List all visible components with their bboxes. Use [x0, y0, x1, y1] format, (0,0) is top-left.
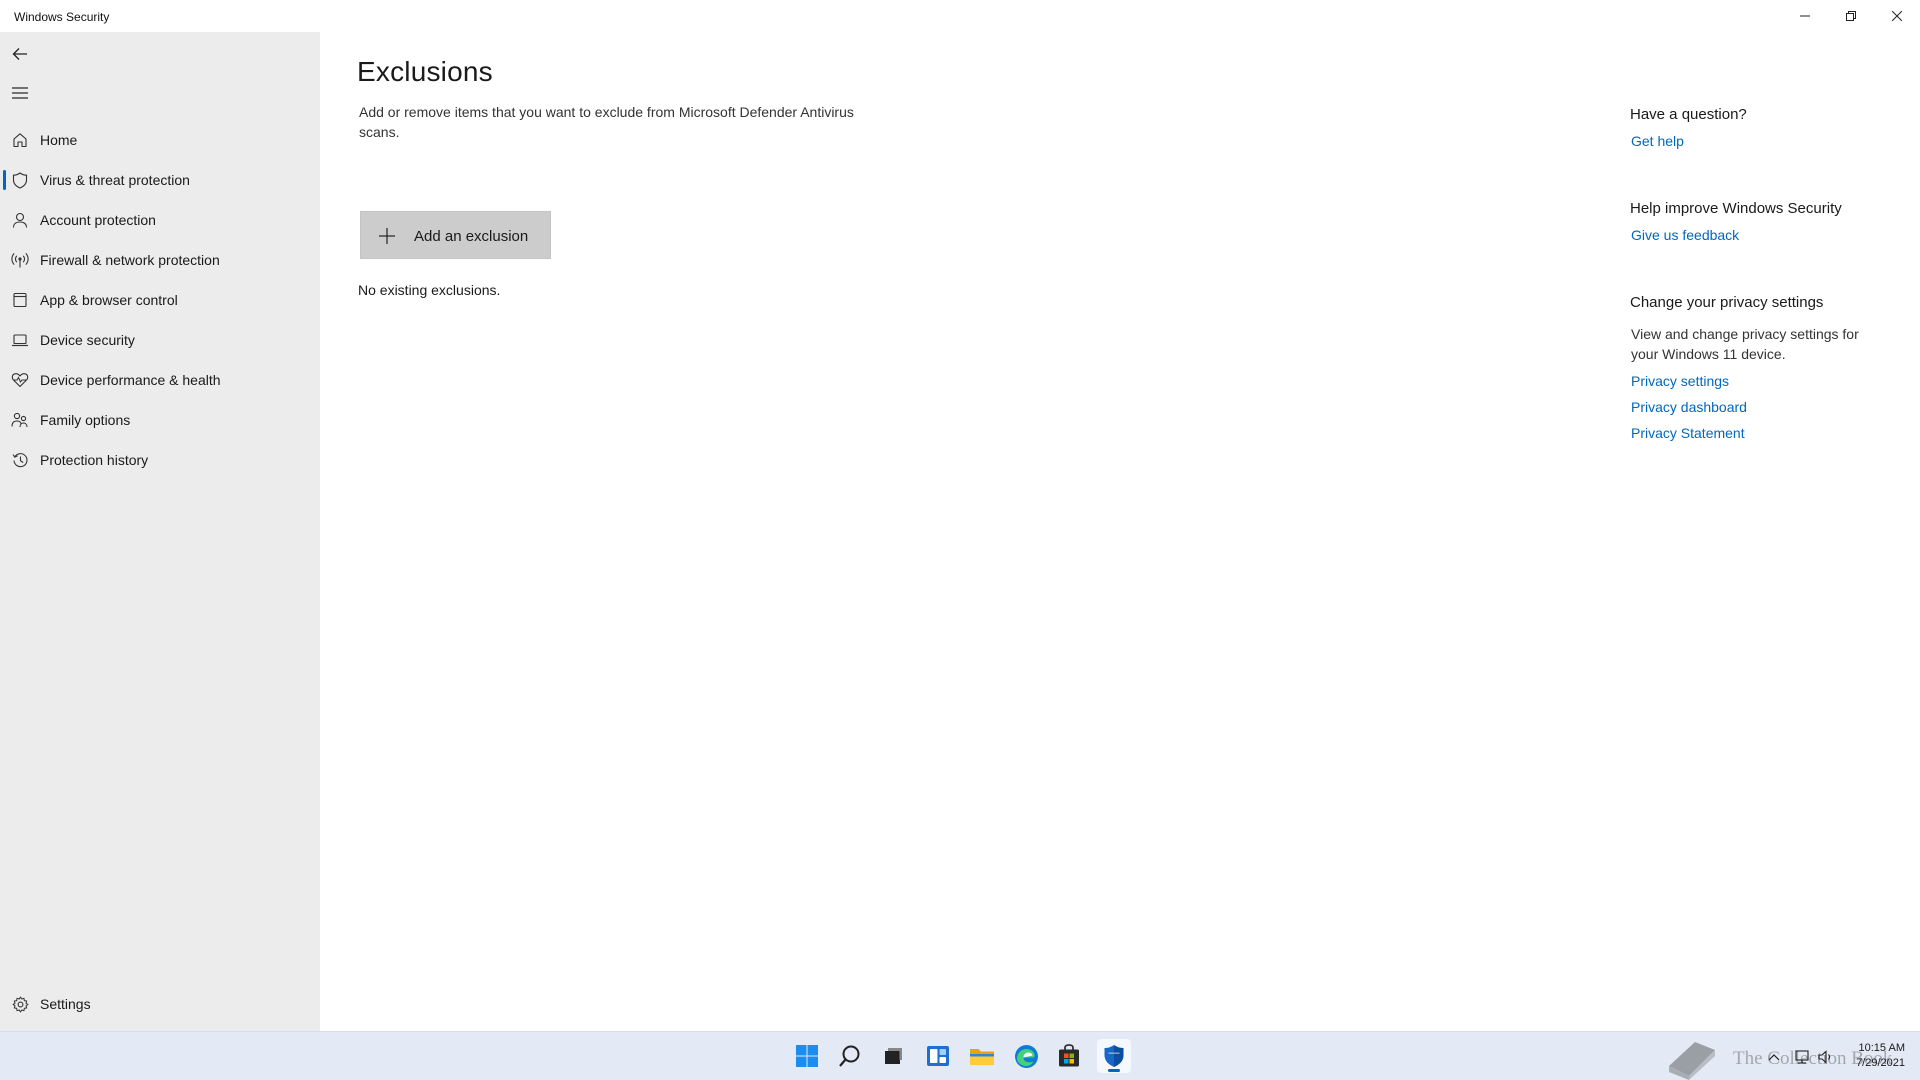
antenna-icon — [11, 251, 29, 269]
clock-date: 7/29/2021 — [1856, 1057, 1905, 1069]
privacy-dashboard-link[interactable]: Privacy dashboard — [1631, 399, 1747, 415]
page-title: Exclusions — [357, 56, 493, 87]
shield-icon — [11, 171, 29, 189]
network-button[interactable] — [1793, 1048, 1811, 1066]
menu-button[interactable] — [6, 79, 34, 107]
hamburger-menu-icon — [12, 87, 28, 99]
search-button[interactable] — [833, 1039, 867, 1073]
widgets-icon — [927, 1046, 949, 1066]
edge-button[interactable] — [1009, 1039, 1043, 1073]
book-icon — [1669, 1042, 1715, 1080]
sidebar-item-device-performance-health[interactable]: Device performance & health — [0, 360, 320, 400]
restore-icon — [1846, 11, 1856, 21]
volume-icon — [1818, 1050, 1831, 1064]
add-exclusion-label: Add an exclusion — [414, 228, 529, 245]
task-view-icon — [885, 1048, 902, 1064]
empty-exclusions-text: No existing exclusions. — [358, 282, 501, 298]
store-icon — [1059, 1044, 1079, 1067]
back-arrow-icon — [12, 48, 27, 60]
get-help-link[interactable]: Get help — [1631, 133, 1684, 149]
sidebar-item-account-protection[interactable]: Account protection — [0, 200, 320, 240]
restore-button[interactable] — [1828, 0, 1874, 32]
task-view-button[interactable] — [876, 1039, 910, 1073]
taskbar-clock[interactable]: 10:15 AM 7/29/2021 — [1856, 1041, 1905, 1071]
sidebar-item-family-options[interactable]: Family options — [0, 400, 320, 440]
close-icon — [1892, 11, 1902, 21]
sidebar-item-settings[interactable]: Settings — [0, 984, 320, 1024]
back-button[interactable] — [6, 40, 34, 68]
main-content: Exclusions Add or remove items that you … — [320, 32, 1920, 1031]
sidebar-item-device-security[interactable]: Device security — [0, 320, 320, 360]
gear-icon — [11, 995, 29, 1013]
help-improve-heading: Help improve Windows Security — [1630, 200, 1842, 217]
person-icon — [11, 211, 29, 229]
app-window-icon — [11, 291, 29, 309]
edge-icon — [1014, 1044, 1038, 1068]
privacy-settings-link[interactable]: Privacy settings — [1631, 373, 1729, 389]
sidebar-item-label: App & browser control — [40, 292, 178, 308]
sidebar-item-virus-threat-protection[interactable]: Virus & threat protection — [0, 160, 320, 200]
give-feedback-link[interactable]: Give us feedback — [1631, 227, 1739, 243]
family-icon — [11, 411, 29, 429]
page-description: Add or remove items that you want to exc… — [359, 104, 854, 140]
search-icon — [839, 1045, 860, 1067]
have-question-heading: Have a question? — [1630, 106, 1747, 123]
heart-pulse-icon — [11, 371, 29, 389]
sidebar-item-label: Device security — [40, 332, 135, 348]
sidebar-item-firewall-network-protection[interactable]: Firewall & network protection — [0, 240, 320, 280]
network-icon — [1795, 1050, 1809, 1064]
sidebar: Home Virus & threat protection Account p… — [0, 32, 320, 1031]
privacy-statement-link[interactable]: Privacy Statement — [1631, 425, 1745, 441]
clock-time: 10:15 AM — [1858, 1042, 1905, 1054]
sidebar-item-label: Virus & threat protection — [40, 172, 190, 188]
sidebar-item-home[interactable]: Home — [0, 120, 320, 160]
laptop-icon — [11, 331, 29, 349]
sidebar-item-label: Protection history — [40, 452, 149, 468]
privacy-heading: Change your privacy settings — [1630, 294, 1824, 311]
taskbar: The Collection Book 10:15 AM 7/29/2021 — [0, 1031, 1920, 1080]
sidebar-item-protection-history[interactable]: Protection history — [0, 440, 320, 480]
add-exclusion-button[interactable]: Add an exclusion — [360, 211, 551, 259]
start-icon — [796, 1045, 818, 1067]
sidebar-item-label: Settings — [40, 996, 91, 1012]
plus-icon — [379, 228, 395, 244]
sidebar-item-label: Firewall & network protection — [40, 252, 220, 268]
file-explorer-icon — [970, 1049, 994, 1065]
home-icon — [11, 131, 29, 149]
window-title: Windows Security — [14, 10, 110, 24]
minimize-icon — [1800, 15, 1810, 17]
sidebar-item-app-browser-control[interactable]: App & browser control — [0, 280, 320, 320]
store-button[interactable] — [1052, 1039, 1086, 1073]
show-hidden-icons-button[interactable] — [1765, 1048, 1783, 1066]
history-icon — [11, 451, 29, 469]
sidebar-item-label: Device performance & health — [40, 372, 221, 388]
title-bar: Windows Security — [0, 0, 1920, 32]
sidebar-item-label: Account protection — [40, 212, 156, 228]
start-button[interactable] — [790, 1039, 824, 1073]
privacy-description: View and change privacy settings for you… — [1631, 326, 1859, 362]
chevron-up-icon — [1768, 1054, 1780, 1061]
sidebar-item-label: Family options — [40, 412, 131, 428]
close-button[interactable] — [1874, 0, 1920, 32]
minimize-button[interactable] — [1782, 0, 1828, 32]
windows-security-taskbar-button[interactable] — [1097, 1039, 1131, 1073]
volume-button[interactable] — [1817, 1048, 1835, 1066]
widgets-button[interactable] — [921, 1039, 955, 1073]
windows-security-icon — [1104, 1045, 1124, 1067]
sidebar-item-label: Home — [40, 132, 78, 148]
file-explorer-button[interactable] — [965, 1039, 999, 1073]
